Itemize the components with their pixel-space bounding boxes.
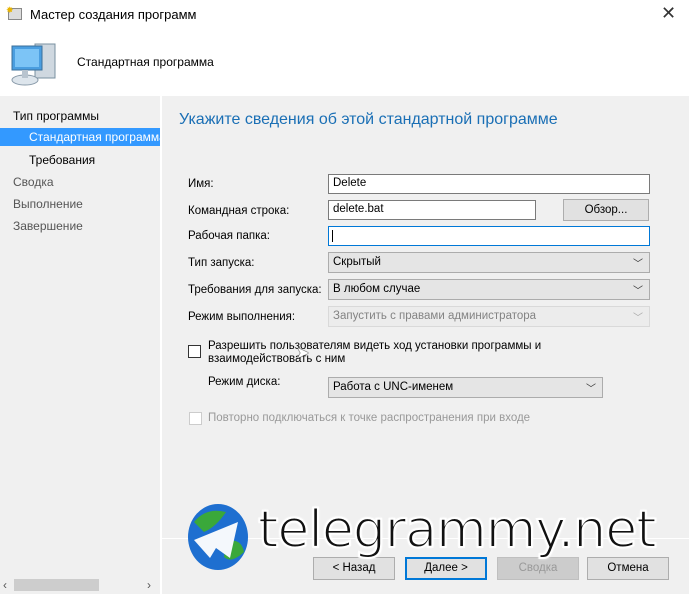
wizard-header: Стандартная программа [0,30,689,96]
disk-mode-select[interactable]: Работа с UNC-именем ﹀ [328,377,603,398]
allow-interaction-label[interactable]: Разрешить пользователям видеть ход устан… [208,340,648,366]
run-type-value: Скрытый [333,256,381,268]
step-summary: Сводка [13,175,54,189]
disk-mode-value: Работа с UNC-именем [333,381,454,393]
reconnect-label: Повторно подключаться к точке распростра… [208,412,531,424]
chevron-down-icon: ﹀ [633,313,643,324]
divider [160,96,162,594]
window-title: Мастер создания программ [30,7,197,22]
mouse-cursor-icon: ➤ [296,345,310,362]
scroll-left-icon[interactable]: ‹ [3,578,7,592]
back-button[interactable]: < Назад [313,557,395,580]
command-line-label: Командная строка: [188,205,290,217]
page-heading: Укажите сведения об этой стандартной про… [179,111,558,128]
run-type-select[interactable]: Скрытый ﹀ [328,252,650,273]
allow-interaction-checkbox[interactable] [188,345,201,358]
step-requirements[interactable]: Требования [29,153,95,167]
browse-button[interactable]: Обзор... [563,199,649,221]
run-requirements-select[interactable]: В любом случае ﹀ [328,279,650,300]
disk-mode-label: Режим диска: [208,376,281,388]
chevron-down-icon: ﹀ [586,384,596,395]
reconnect-checkbox [189,412,202,425]
wizard-steps: Тип программы Стандартная программа Треб… [0,96,160,594]
title-bar: ✸ Мастер создания программ ✕ [0,0,689,30]
step-progress: Выполнение [13,197,83,211]
step-program-type[interactable]: Тип программы [13,109,99,123]
text-caret [332,230,333,242]
chevron-down-icon: ﹀ [633,259,643,270]
working-folder-input[interactable] [328,226,650,246]
name-label: Имя: [188,178,214,190]
scroll-thumb[interactable] [14,579,99,591]
scroll-right-icon[interactable]: › [147,578,151,592]
app-icon: ✸ [6,5,22,20]
telegram-globe-logo [188,504,248,570]
command-line-input[interactable]: delete.bat [328,200,536,220]
step-standard-program[interactable]: Стандартная программа [0,128,160,146]
summary-button: Сводка [497,557,579,580]
horizontal-scrollbar[interactable]: ‹ › [0,576,160,594]
computer-icon [11,43,56,86]
run-mode-value: Запустить с правами администратора [333,310,537,322]
run-type-label: Тип запуска: [188,257,255,269]
close-icon[interactable]: ✕ [661,3,676,24]
working-folder-label: Рабочая папка: [188,230,270,242]
cancel-button[interactable]: Отмена [587,557,669,580]
run-requirements-value: В любом случае [333,283,421,295]
header-title: Стандартная программа [77,55,214,69]
run-mode-label: Режим выполнения: [188,311,296,323]
run-mode-select: Запустить с правами администратора ﹀ [328,306,650,327]
step-completion: Завершение [13,219,83,233]
chevron-down-icon: ﹀ [633,286,643,297]
run-requirements-label: Требования для запуска: [188,284,322,296]
step-label: Стандартная программа [29,130,160,144]
next-button[interactable]: Далее > [405,557,487,580]
watermark-text: telegrammy.net [257,499,658,561]
name-input[interactable]: Delete [328,174,650,194]
